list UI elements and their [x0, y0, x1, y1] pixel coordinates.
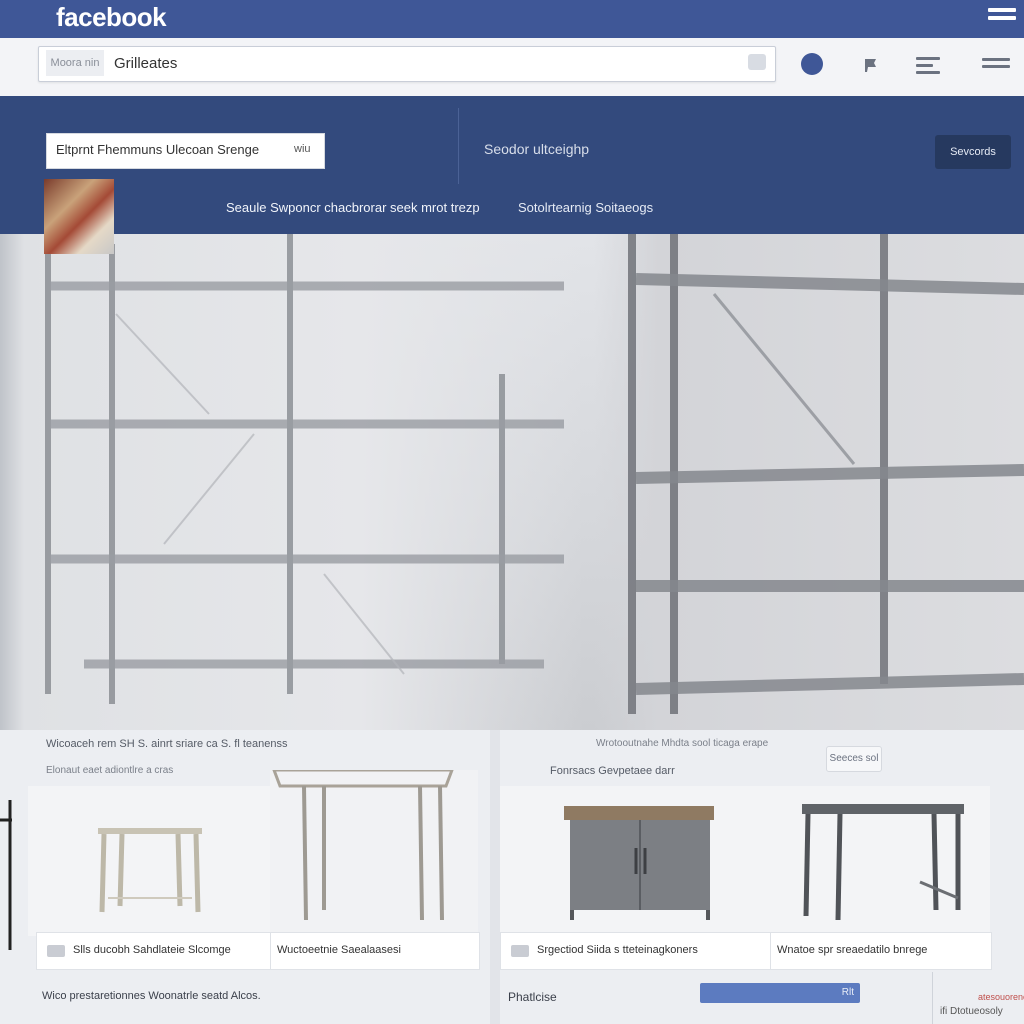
right-listing-subheading: Fonrsacs Gevpetaee darr [550, 765, 675, 777]
workbench-image [802, 804, 964, 921]
product-caption-text: Wuctoeetnie Saealaasesi [277, 944, 401, 956]
banner-subtitle-right[interactable]: Sotolrtearnig Soitaeogs [518, 200, 653, 215]
tall-table-image [271, 768, 455, 921]
search-query-text[interactable]: Grilleates [114, 55, 177, 72]
hero-product-image[interactable] [24, 234, 1024, 730]
footer-right-text[interactable]: ifi Dtotueosoly [940, 1006, 1003, 1017]
footer-red-text: atesouorene [978, 992, 1024, 1002]
product-caption-text: Srgectiod Siida s tteteinagkoners [537, 944, 698, 956]
product-card-2[interactable] [270, 768, 478, 936]
footer-divider [932, 972, 933, 1024]
category-filter-label: Eltprnt Fhemmuns Ulecoan Srenge [56, 142, 260, 157]
cabinet-image [564, 806, 714, 920]
listings-divider [490, 730, 500, 1024]
product-caption-text: Wnatoe spr sreaedatilo bnrege [777, 944, 928, 956]
product-card-3[interactable] [500, 786, 770, 936]
product-thumbnail[interactable] [44, 179, 114, 254]
product-caption-2[interactable]: Wuctoeetnie Saealaasesi [270, 932, 480, 970]
facebook-logo[interactable]: facebook [56, 2, 167, 33]
product-caption-1[interactable]: Slls ducobh Sahdlateie Slcomge [36, 932, 272, 970]
list-icon[interactable] [916, 57, 940, 74]
hamburger-icon[interactable] [982, 58, 1010, 72]
profile-icon[interactable] [801, 53, 823, 75]
footer-action-bar[interactable]: Rlt [700, 983, 860, 1003]
category-filter-tag: wiu [294, 143, 311, 155]
menu-icon[interactable] [988, 8, 1016, 28]
product-caption-text: Slls ducobh Sahdlateie Slcomge [73, 944, 231, 956]
banner-divider [458, 108, 459, 184]
search-button[interactable]: Sevcords [935, 135, 1011, 169]
store-icon [511, 945, 529, 957]
hero-left-edge [0, 234, 24, 734]
product-caption-4[interactable]: Wnatoe spr sreaedatilo bnrege [770, 932, 992, 970]
banner-search-text[interactable]: Seodor ultceighp [484, 141, 589, 157]
flag-icon[interactable] [862, 57, 878, 73]
product-card-4[interactable] [770, 786, 990, 936]
small-table-image [98, 828, 202, 913]
left-edge-furniture [0, 800, 12, 950]
footer-mid-label: Phatlcise [508, 990, 557, 1004]
camera-search-icon[interactable] [748, 54, 766, 70]
right-listing-badge[interactable]: Seeces sol [826, 746, 882, 772]
search-scope-selector[interactable]: Moora nin [46, 50, 104, 76]
left-listing-subheading: Elonaut eaet adiontlre a cras [46, 765, 174, 776]
product-card-1[interactable] [28, 786, 270, 936]
right-listing-heading[interactable]: Wrotooutnahe Mhdta sool ticaga erape [596, 738, 768, 749]
product-caption-3[interactable]: Srgectiod Siida s tteteinagkoners [500, 932, 772, 970]
store-icon [47, 945, 65, 957]
left-listing-heading[interactable]: Wicoaceh rem SH S. ainrt sriare ca S. fl… [46, 738, 287, 750]
footer-left-text[interactable]: Wico prestaretionnes Woonatrle seatd Alc… [42, 990, 261, 1002]
banner-subtitle-left[interactable]: Seaule Swponcr chacbrorar seek mrot trez… [226, 200, 480, 215]
metal-shelving-illustration [45, 234, 1024, 714]
